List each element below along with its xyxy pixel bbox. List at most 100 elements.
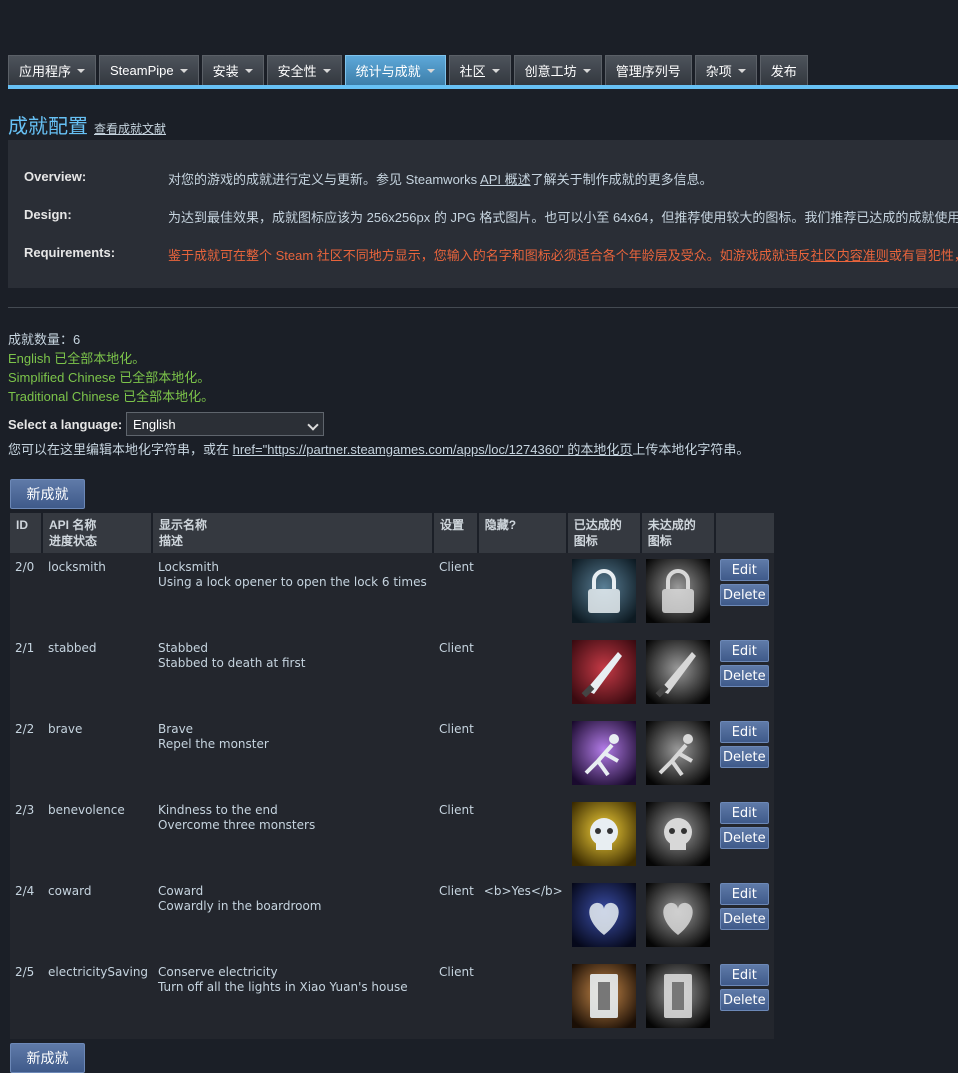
localization-page-link[interactable]: href="https://partner.steamgames.com/app… — [233, 442, 633, 457]
overview-row: Overview: 对您的游戏的成就进行定义与更新。参见 Steamworks … — [24, 169, 713, 188]
overview-text-post: 了解关于制作成就的更多信息。 — [530, 172, 713, 187]
chevron-down-icon — [307, 419, 319, 431]
requirements-text-post: 或有冒犯性， — [888, 248, 958, 263]
tab-0[interactable]: 应用程序 — [8, 55, 97, 85]
localization-note-pre: 您可以在这里编辑本地化字符串，或在 — [8, 442, 233, 457]
lock-icon[interactable] — [645, 559, 712, 623]
tab-4[interactable]: 统计与成就 — [344, 55, 446, 85]
header-unachieved-sublabel: 图标 — [647, 534, 672, 548]
knife-icon[interactable] — [571, 640, 638, 704]
table-header-row: ID API 名称 进度状态 显示名称 描述 设置 隐藏? 已达成的 图标 未达成的图… — [10, 513, 774, 553]
figure-icon[interactable] — [571, 721, 638, 785]
cell-id: 2/0 — [10, 553, 43, 634]
header-achieved-sublabel: 图标 — [573, 534, 598, 548]
display-name: Brave — [158, 722, 194, 736]
header-api: API 名称 进度状态 — [43, 513, 154, 553]
cell-achieved-icon — [567, 553, 642, 634]
achievement-id: 2/5 — [15, 965, 35, 979]
tab-label: 应用程序 — [19, 64, 72, 79]
delete-button[interactable]: Delete — [719, 989, 769, 1011]
figure-icon[interactable] — [645, 721, 712, 785]
tab-6[interactable]: 创意工坊 — [513, 55, 602, 85]
api-overview-link[interactable]: API 概述 — [480, 172, 531, 187]
cell-hidden — [478, 958, 568, 1039]
delete-button[interactable]: Delete — [719, 665, 769, 687]
delete-button[interactable]: Delete — [719, 908, 769, 930]
lock-icon[interactable] — [571, 559, 638, 623]
tab-1[interactable]: SteamPipe — [99, 55, 199, 85]
cell-achieved-icon — [567, 634, 642, 715]
header-id: ID — [10, 513, 43, 553]
edit-button[interactable]: Edit — [719, 802, 769, 824]
overview-label: Overview: — [24, 169, 87, 184]
new-achievement-button[interactable]: 新成就 — [10, 479, 85, 509]
setting: Client — [439, 884, 474, 898]
cell-unachieved-icon — [641, 715, 716, 796]
header-display-sublabel: 描述 — [159, 534, 184, 548]
edit-button[interactable]: Edit — [719, 964, 769, 986]
display-name: Stabbed — [158, 641, 208, 655]
achievement-docs-link[interactable]: 查看成就文献 — [94, 120, 166, 137]
cell-api: coward — [43, 877, 154, 958]
cell-achieved-icon — [567, 715, 642, 796]
setting: Client — [439, 965, 474, 979]
header-actions — [715, 513, 774, 553]
skull-icon[interactable] — [571, 802, 638, 866]
edit-button[interactable]: Edit — [719, 559, 769, 581]
achievement-id: 2/2 — [15, 722, 35, 736]
new-achievement-button-bottom[interactable]: 新成就 — [10, 1043, 85, 1073]
caret-down-icon — [582, 68, 591, 73]
tab-2[interactable]: 安装 — [201, 55, 264, 85]
localized-simplified-chinese: Simplified Chinese 已全部本地化。 — [8, 370, 211, 385]
cell-display: Conserve electricity Turn off all the lig… — [153, 958, 435, 1039]
cell-achieved-icon — [567, 796, 642, 877]
tab-7[interactable]: 管理序列号 — [604, 55, 692, 85]
tab-3[interactable]: 安全性 — [266, 55, 342, 85]
switch-icon[interactable] — [571, 964, 638, 1028]
cell-achieved-icon — [567, 958, 642, 1039]
overview-text-pre: 对您的游戏的成就进行定义与更新。参见 Steamworks — [168, 172, 481, 187]
achievement-id: 2/0 — [15, 560, 35, 574]
info-panel: Overview: 对您的游戏的成就进行定义与更新。参见 Steamworks … — [8, 140, 958, 288]
tab-8[interactable]: 杂项 — [694, 55, 757, 85]
tab-5[interactable]: 社区 — [448, 55, 511, 85]
heart-icon[interactable] — [645, 883, 712, 947]
edit-button[interactable]: Edit — [719, 721, 769, 743]
cell-api: locksmith — [43, 553, 154, 634]
edit-button[interactable]: Edit — [719, 883, 769, 905]
cell-unachieved-icon — [641, 634, 716, 715]
caret-down-icon — [77, 68, 86, 73]
cell-id: 2/4 — [10, 877, 43, 958]
delete-button[interactable]: Delete — [719, 584, 769, 606]
cell-display: Coward Cowardly in the boardroom — [153, 877, 435, 958]
cell-actions: Edit Delete — [715, 877, 774, 958]
tab-label: 社区 — [459, 64, 486, 79]
edit-button[interactable]: Edit — [719, 640, 769, 662]
header-hidden: 隐藏? — [478, 513, 568, 553]
caret-down-icon — [491, 68, 500, 73]
cell-actions: Edit Delete — [715, 553, 774, 634]
header-api-sublabel: 进度状态 — [49, 534, 98, 548]
table-row: 2/0 locksmith Locksmith Using a lock opener… — [10, 553, 774, 634]
switch-icon[interactable] — [645, 964, 712, 1028]
skull-icon[interactable] — [645, 802, 712, 866]
knife-icon[interactable] — [645, 640, 712, 704]
language-select[interactable]: English — [126, 412, 324, 436]
tab-9[interactable]: 发布 — [759, 55, 808, 85]
page-title: 成就配置 — [8, 116, 88, 138]
header-display-label: 显示名称 — [159, 518, 208, 532]
header-hidden-label: 隐藏? — [484, 518, 517, 532]
tabbar-underline — [8, 85, 958, 89]
cell-id: 2/1 — [10, 634, 43, 715]
setting: Client — [439, 560, 474, 574]
description: Overcome three monsters — [158, 818, 316, 832]
requirements-label: Requirements: — [24, 245, 116, 260]
delete-button[interactable]: Delete — [719, 827, 769, 849]
display-name: Kindness to the end — [158, 803, 278, 817]
cell-id: 2/5 — [10, 958, 43, 1039]
heart-icon[interactable] — [571, 883, 638, 947]
cell-hidden: <b>Yes</b> — [478, 877, 568, 958]
delete-button[interactable]: Delete — [719, 746, 769, 768]
cell-hidden — [478, 553, 568, 634]
content-guidelines-link[interactable]: 社区内容准则 — [811, 248, 889, 263]
